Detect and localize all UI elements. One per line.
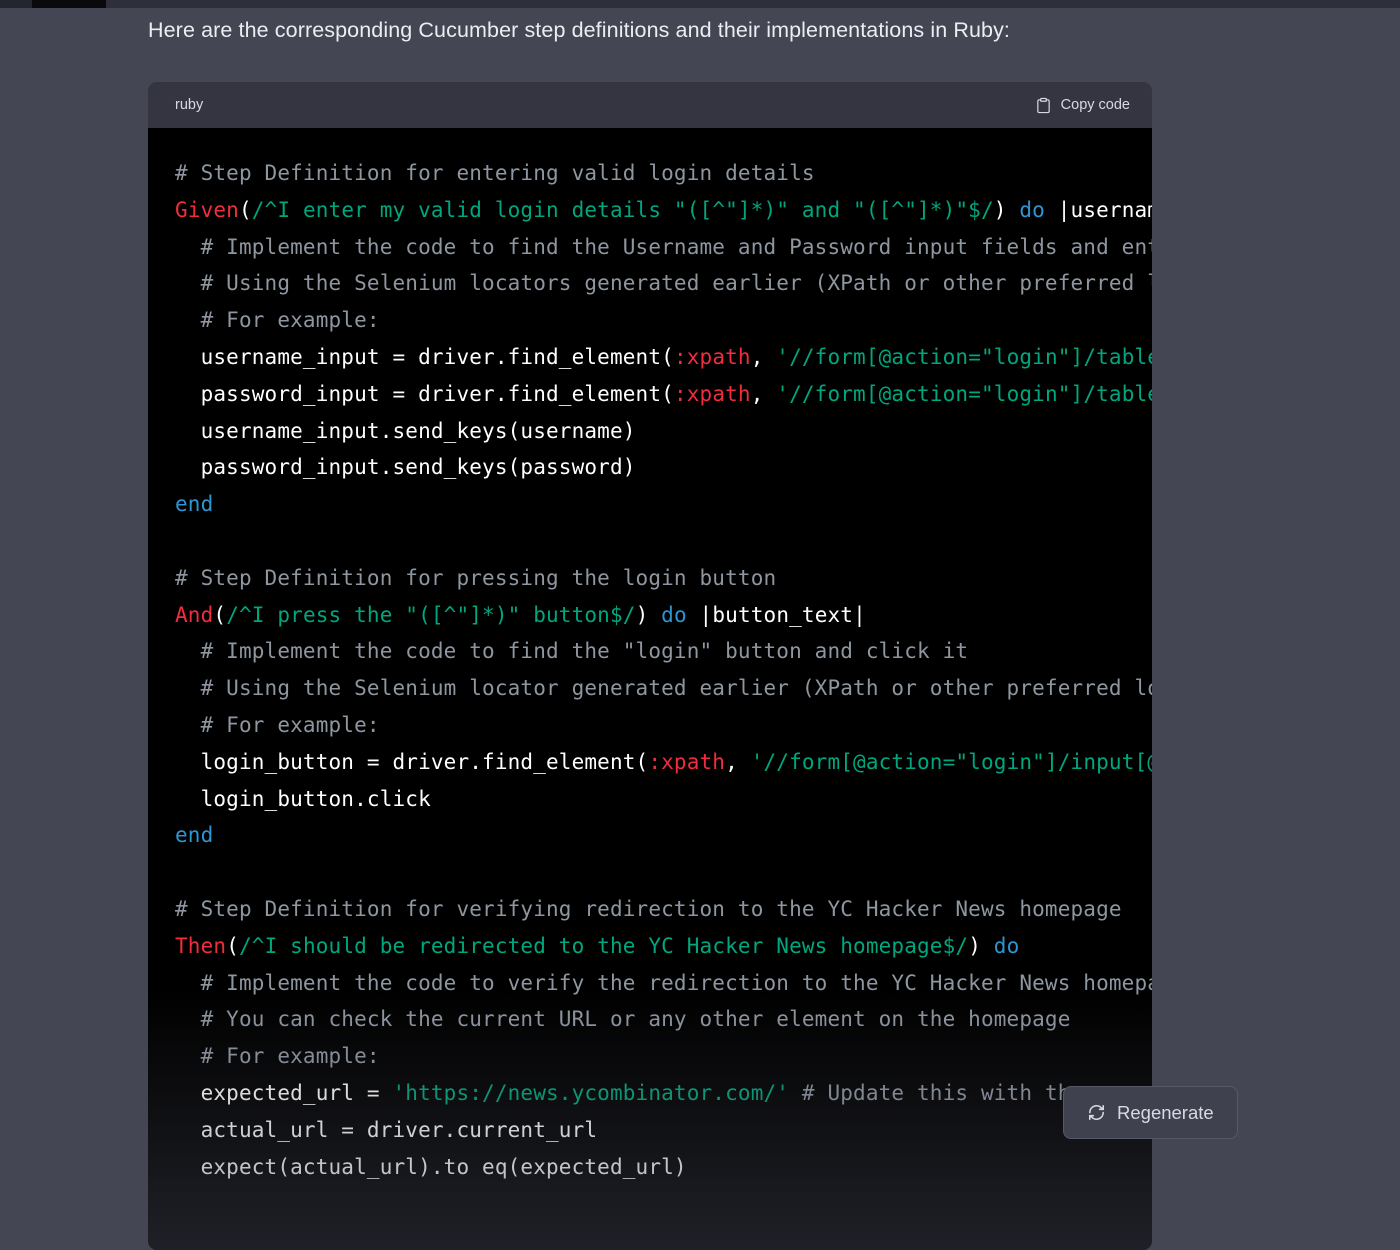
code-token-blue: do [993, 933, 1020, 958]
code-line: # Implement the code to find the Usernam… [175, 229, 1152, 266]
code-token-plain: ) [635, 602, 662, 627]
code-line: # Step Definition for entering valid log… [175, 155, 1152, 192]
code-token-plain: password_input = driver.find_element( [175, 381, 674, 406]
code-token-comment: # For example: [175, 1044, 380, 1069]
code-line: end [175, 486, 1152, 523]
code-line: password_input.send_keys(password) [175, 449, 1152, 486]
code-token-comment: # Using the Selenium locator generated e… [175, 676, 1152, 701]
code-token-blue: do [661, 602, 687, 627]
code-line: expected_url = 'https://news.ycombinator… [175, 1075, 1152, 1112]
code-line: end [175, 817, 1152, 854]
code-line: expect(actual_url).to eq(expected_url) [175, 1149, 1152, 1186]
code-token-plain: , [750, 344, 777, 369]
code-token-plain: ) [968, 933, 994, 958]
code-token-plain: ( [213, 602, 227, 627]
code-token-green: '//form[@action="login"]/table/tbody/tr[… [776, 344, 1152, 369]
assistant-message: Here are the corresponding Cucumber step… [148, 8, 1152, 1250]
code-line: Then(/^I should be redirected to the YC … [175, 928, 1152, 965]
code-token-comment: # For example: [175, 308, 380, 333]
code-token-plain: username_input = driver.find_element( [175, 344, 674, 369]
code-token-green: 'https://news.ycombinator.com/' [392, 1080, 790, 1105]
code-line: # For example: [175, 1038, 1152, 1075]
code-token-green: '//form[@action="login"]/input[@type="su… [750, 749, 1152, 774]
assistant-message-text: Here are the corresponding Cucumber step… [148, 18, 1010, 42]
code-token-green: /^I should be redirected to the YC Hacke… [238, 933, 969, 958]
code-token-comment: # You can check the current URL or any o… [175, 1007, 1071, 1032]
code-token-plain: expected_url = [175, 1080, 393, 1105]
code-line: Given(/^I enter my valid login details "… [175, 192, 1152, 229]
code-token-comment: # Implement the code to verify the redir… [175, 970, 1152, 995]
code-token-comment: # Step Definition for pressing the login… [175, 565, 777, 590]
code-token-red: :xpath [648, 749, 726, 774]
code-token-green: /^I press the "([^"]*)" button$/ [226, 602, 636, 627]
code-token-comment: # For example: [175, 712, 380, 737]
code-line: # For example: [175, 707, 1152, 744]
code-line: login_button.click [175, 781, 1152, 818]
clipboard-icon [1035, 97, 1052, 114]
code-token-red: :xpath [673, 344, 751, 369]
code-token-red: And [175, 602, 214, 627]
code-token-plain: , [750, 381, 777, 406]
top-edge-segment [106, 0, 1400, 8]
code-line: # Implement the code to find the "login"… [175, 633, 1152, 670]
code-token-comment: # Step Definition for verifying redirect… [175, 896, 1122, 921]
copy-code-label: Copy code [1060, 97, 1130, 113]
regenerate-label: Regenerate [1117, 1101, 1214, 1123]
code-block: ruby Copy code # Step Definition for ent… [148, 82, 1152, 1250]
regenerate-button[interactable]: Regenerate [1063, 1086, 1238, 1139]
code-line: username_input.send_keys(username) [175, 413, 1152, 450]
code-token-plain: username_input.send_keys(username) [175, 418, 636, 443]
code-line: # Using the Selenium locator generated e… [175, 670, 1152, 707]
code-content: # Step Definition for entering valid log… [148, 128, 1152, 1250]
code-block-header: ruby Copy code [148, 82, 1152, 128]
code-token-green: '//form[@action="login"]/table/tbody/tr[… [776, 381, 1152, 406]
code-token-plain: expect(actual_url).to eq(expected_url) [175, 1154, 687, 1179]
code-token-comment: # Using the Selenium locators generated … [200, 271, 1152, 296]
code-line: login_button = driver.find_element(:xpat… [175, 744, 1152, 781]
code-line: # Step Definition for verifying redirect… [175, 891, 1152, 928]
code-token-plain: ) [993, 197, 1020, 222]
refresh-icon [1087, 1103, 1106, 1122]
code-token-plain: |username, password| [1057, 197, 1152, 222]
code-line: # You can check the current URL or any o… [175, 1001, 1152, 1038]
code-token-plain: ( [226, 933, 239, 958]
code-line: username_input = driver.find_element(:xp… [175, 339, 1152, 376]
code-token-plain: login_button = driver.find_element( [175, 749, 649, 774]
code-line: And(/^I press the "([^"]*)" button$/) do… [175, 597, 1152, 634]
code-token-plain: ( [238, 197, 252, 222]
code-line: # Step Definition for pressing the login… [175, 560, 1152, 597]
code-token-red: :xpath [673, 381, 751, 406]
code-line: # For example: [175, 302, 1152, 339]
code-token-blue: end [175, 823, 214, 848]
code-token-red: Given [175, 197, 239, 222]
code-token-plain: password_input.send_keys(password) [175, 455, 636, 480]
code-token-comment: # Step Definition for entering valid log… [175, 161, 815, 185]
code-token-green: /^I enter my valid login details "([^"]*… [251, 197, 994, 222]
code-token-comment: # Implement the code to find the Usernam… [200, 234, 1152, 259]
code-token-plain: |button_text| [686, 602, 866, 627]
top-edge-segment [32, 0, 106, 8]
top-edge-strip [0, 0, 1400, 8]
top-edge-segment [0, 0, 32, 8]
language-label: ruby [175, 97, 204, 113]
code-token-plain: actual_url = driver.current_url [175, 1117, 598, 1142]
code-token-comment: # Implement the code to find the "login"… [175, 639, 969, 664]
copy-code-button[interactable]: Copy code [1035, 97, 1130, 114]
code-token-blue: end [175, 492, 214, 517]
code-token-blue: do [1019, 197, 1045, 222]
code-line: password_input = driver.find_element(:xp… [175, 376, 1152, 413]
code-line: actual_url = driver.current_url [175, 1112, 1152, 1149]
code-line: # Implement the code to verify the redir… [175, 965, 1152, 1002]
code-token-red: Then [175, 933, 227, 958]
code-line: # Using the Selenium locators generated … [175, 265, 1152, 302]
code-token-plain: , [725, 749, 751, 774]
code-token-plain: login_button.click [175, 786, 431, 811]
